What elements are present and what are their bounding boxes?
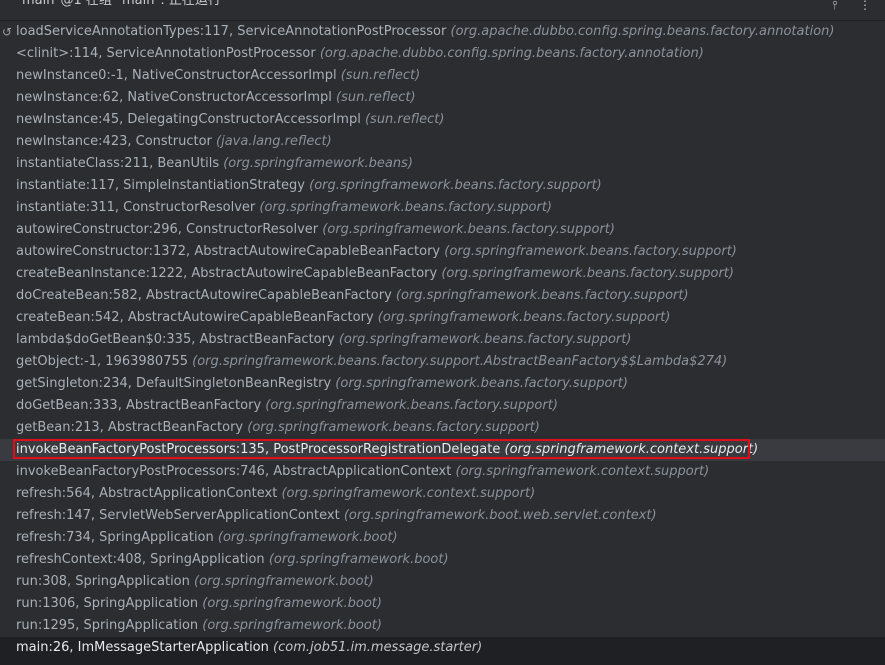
stack-frame[interactable]: newInstance:62, NativeConstructorAccesso… (0, 87, 885, 109)
frame-method: refreshContext:408, SpringApplication (16, 552, 265, 567)
frame-package: (org.springframework.beans.factory.suppo… (441, 266, 734, 281)
stack-frame[interactable]: doCreateBean:582, AbstractAutowireCapabl… (0, 285, 885, 307)
stack-frame[interactable]: createBeanInstance:1222, AbstractAutowir… (0, 263, 885, 285)
frame-method: refresh:734, SpringApplication (16, 530, 214, 545)
frame-method: refresh:564, AbstractApplicationContext (16, 486, 278, 501)
frame-package: (org.springframework.boot) (202, 596, 382, 611)
frame-method: loadServiceAnnotationTypes:117, ServiceA… (16, 24, 447, 39)
stack-frame[interactable]: run:1306, SpringApplication (org.springf… (0, 593, 885, 615)
frame-method: <clinit>:114, ServiceAnnotationPostProce… (16, 46, 316, 61)
frame-package: (org.springframework.beans) (223, 156, 413, 171)
frame-package: (sun.reflect) (364, 112, 445, 127)
frame-method: getObject:-1, 1963980755 (16, 354, 189, 369)
stack-frame[interactable]: newInstance0:-1, NativeConstructorAccess… (0, 65, 885, 87)
frame-method: refresh:147, ServletWebServerApplication… (16, 508, 340, 523)
frame-method: newInstance:45, DelegatingConstructorAcc… (16, 112, 361, 127)
frame-method: instantiateClass:211, BeanUtils (16, 156, 220, 171)
frame-package: (org.springframework.beans.factory.suppo… (309, 178, 602, 193)
stack-frame[interactable]: getObject:-1, 1963980755 (org.springfram… (0, 351, 885, 373)
stack-frame[interactable]: run:308, SpringApplication (org.springfr… (0, 571, 885, 593)
frame-method: invokeBeanFactoryPostProcessors:135, Pos… (16, 442, 501, 457)
frame-package: (java.lang.reflect) (216, 134, 332, 149)
frame-method: newInstance:423, Constructor (16, 134, 212, 149)
frame-method: instantiate:117, SimpleInstantiationStra… (16, 178, 305, 193)
frame-method: autowireConstructor:296, ConstructorReso… (16, 222, 319, 237)
frame-method: autowireConstructor:1372, AbstractAutowi… (16, 244, 441, 259)
stack-frame-selected[interactable]: invokeBeanFactoryPostProcessors:135, Pos… (0, 439, 885, 461)
stack-frame[interactable]: instantiate:311, ConstructorResolver (or… (0, 197, 885, 219)
frame-method: run:1306, SpringApplication (16, 596, 199, 611)
frame-package: (org.springframework.beans.factory.suppo… (338, 332, 632, 347)
frame-method: instantiate:311, ConstructorResolver (16, 200, 256, 215)
stack-frame[interactable]: ↺ loadServiceAnnotationTypes:117, Servic… (0, 21, 885, 43)
frame-method: lambda$doGetBean$0:335, AbstractBeanFact… (16, 332, 335, 347)
frame-method: getBean:213, AbstractBeanFactory (16, 420, 244, 435)
frame-method: doCreateBean:582, AbstractAutowireCapabl… (16, 288, 392, 303)
stack-frame[interactable]: refresh:734, SpringApplication (org.spri… (0, 527, 885, 549)
frame-package: (org.springframework.boot) (268, 552, 449, 567)
frame-package: (org.apache.dubbo.config.spring.beans.fa… (319, 46, 704, 61)
stack-frame[interactable]: <clinit>:114, ServiceAnnotationPostProce… (0, 43, 885, 65)
frame-package: (org.springframework.beans.factory.suppo… (335, 376, 628, 391)
more-vertical-icon[interactable]: ⋮ (856, 0, 874, 13)
stack-frame[interactable]: createBean:542, AbstractAutowireCapableB… (0, 307, 885, 329)
frame-package: (sun.reflect) (336, 90, 416, 105)
frame-package: (org.springframework.beans.factory.suppo… (322, 222, 615, 237)
stack-frames-list: ↺ loadServiceAnnotationTypes:117, Servic… (0, 21, 885, 635)
stack-frame[interactable]: getSingleton:234, DefaultSingletonBeanRe… (0, 373, 885, 395)
frame-package: (org.springframework.beans.factory.suppo… (192, 354, 728, 369)
frame-method: createBean:542, AbstractAutowireCapableB… (16, 310, 374, 325)
frame-package: (org.springframework.context.support) (455, 464, 710, 479)
frame-method: getSingleton:234, DefaultSingletonBeanRe… (16, 376, 332, 391)
stack-frame[interactable]: run:1295, SpringApplication (org.springf… (0, 615, 885, 635)
stack-frame[interactable]: doGetBean:333, AbstractBeanFactory (org.… (0, 395, 885, 417)
frame-method: newInstance:62, NativeConstructorAccesso… (16, 90, 332, 105)
stack-frame[interactable]: newInstance:423, Constructor (java.lang.… (0, 131, 885, 153)
frame-package: (org.springframework.boot) (217, 530, 398, 545)
frame-package: (org.springframework.beans.factory.suppo… (377, 310, 671, 325)
restart-frame-icon[interactable]: ↺ (0, 21, 14, 43)
frame-package: (org.springframework.beans.factory.suppo… (247, 420, 540, 435)
frame-package: (org.springframework.beans.factory.suppo… (259, 200, 553, 215)
stack-frame[interactable]: autowireConstructor:1372, AbstractAutowi… (0, 241, 885, 263)
frames-toolbar: "main"@1 在组 "main": 正在运行 ⫯ ⋮ (0, 0, 885, 21)
frame-method: doGetBean:333, AbstractBeanFactory (16, 398, 262, 413)
frame-method: run:308, SpringApplication (16, 574, 190, 589)
stack-frame[interactable]: lambda$doGetBean$0:335, AbstractBeanFact… (0, 329, 885, 351)
stack-frame-main[interactable]: main:26, ImMessageStarterApplication (co… (0, 637, 885, 665)
frame-package: (org.springframework.context.support) (504, 442, 759, 457)
frame-package: (org.springframework.context.support) (281, 486, 536, 501)
frame-package: (org.springframework.boot) (202, 618, 382, 633)
frame-package: (org.springframework.beans.factory.suppo… (395, 288, 689, 303)
frame-method: createBeanInstance:1222, AbstractAutowir… (16, 266, 438, 281)
frame-package: (sun.reflect) (340, 68, 421, 83)
frame-package: (org.springframework.boot.web.servlet.co… (343, 508, 657, 523)
frame-package: (org.springframework.beans.factory.suppo… (265, 398, 558, 413)
stack-frame[interactable]: newInstance:45, DelegatingConstructorAcc… (0, 109, 885, 131)
stack-frame[interactable]: refreshContext:408, SpringApplication (o… (0, 549, 885, 571)
stack-frame[interactable]: invokeBeanFactoryPostProcessors:746, Abs… (0, 461, 885, 483)
stack-frame[interactable]: getBean:213, AbstractBeanFactory (org.sp… (0, 417, 885, 439)
stack-frame[interactable]: instantiate:117, SimpleInstantiationStra… (0, 175, 885, 197)
frame-package: (com.job51.im.message.starter) (273, 640, 483, 655)
stack-frame[interactable]: refresh:147, ServletWebServerApplication… (0, 505, 885, 527)
frame-package: (org.springframework.boot) (194, 574, 374, 589)
thread-selector[interactable]: "main"@1 在组 "main": 正在运行 (16, 0, 221, 11)
frame-method: run:1295, SpringApplication (16, 618, 199, 633)
stack-frame[interactable]: refresh:564, AbstractApplicationContext … (0, 483, 885, 505)
stack-frame[interactable]: autowireConstructor:296, ConstructorReso… (0, 219, 885, 241)
frame-method: newInstance0:-1, NativeConstructorAccess… (16, 68, 337, 83)
filter-icon[interactable]: ⫯ (826, 0, 844, 13)
stack-frame[interactable]: instantiateClass:211, BeanUtils (org.spr… (0, 153, 885, 175)
frame-method: main:26, ImMessageStarterApplication (16, 640, 269, 655)
frame-package: (org.springframework.beans.factory.suppo… (444, 244, 737, 259)
frame-method: invokeBeanFactoryPostProcessors:746, Abs… (16, 464, 452, 479)
frame-package: (org.apache.dubbo.config.spring.beans.fa… (450, 24, 835, 39)
